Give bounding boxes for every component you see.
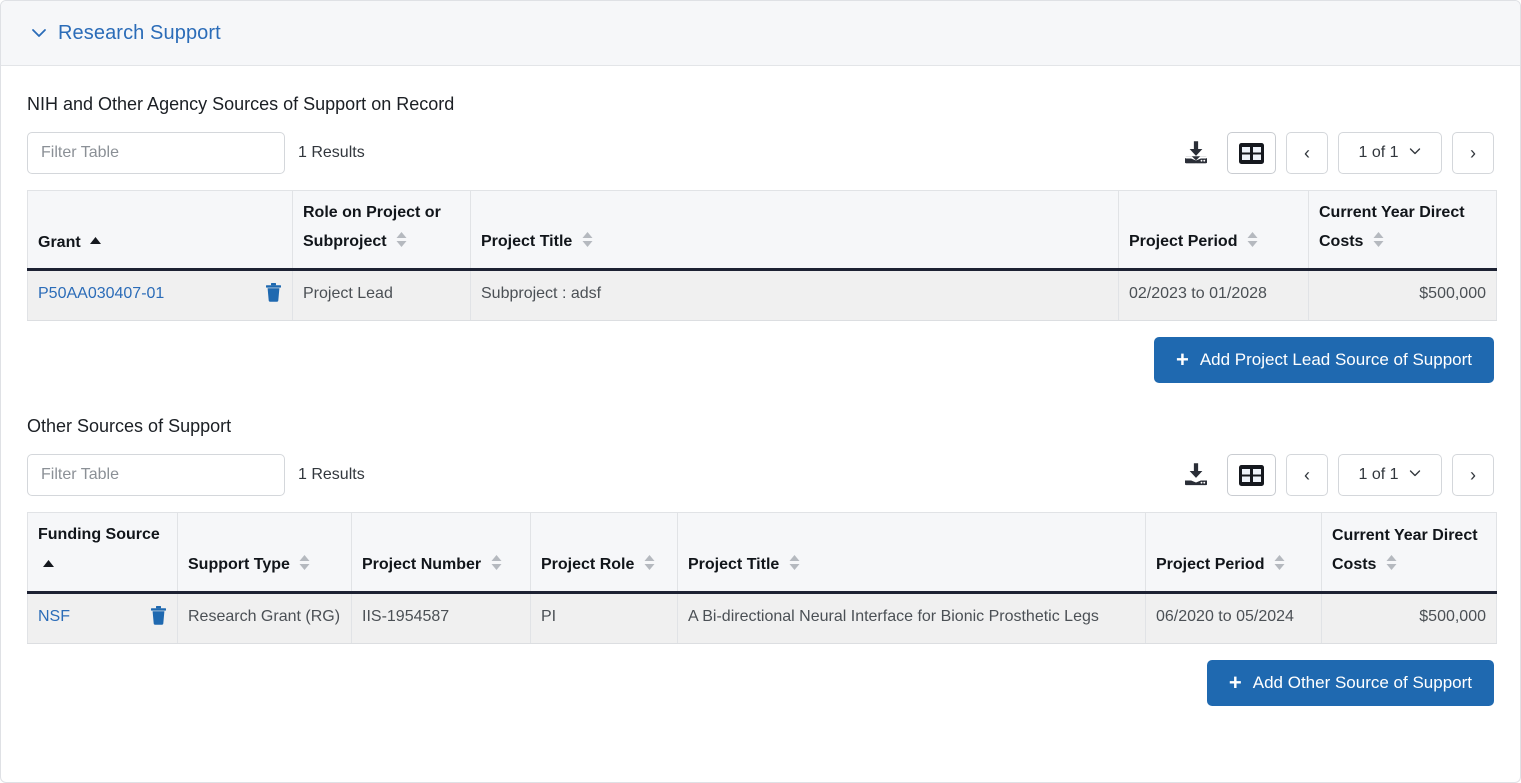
results-count: 1 Results [298,144,365,161]
download-icon[interactable] [1175,132,1217,174]
sort-icon [1247,229,1258,258]
cell-project-number: IIS-1954587 [351,592,531,645]
sort-icon [789,552,800,581]
prev-page-button[interactable]: ‹ [1286,132,1328,174]
chevron-down-icon [1408,466,1422,485]
sort-icon [1373,229,1384,258]
page-selector-label: 1 of 1 [1358,144,1399,161]
sort-icon [1274,552,1285,581]
add-other-source-button[interactable]: + Add Other Source of Support [1206,660,1494,707]
table-header-row: Grant Role on Project or Subproject Proj… [27,190,1497,271]
grant-link[interactable]: P50AA030407-01 [38,283,164,305]
other-sources-toolbar: 1 Results [27,453,1494,497]
sort-icon [491,552,502,581]
cell-current-year-direct-costs: $500,000 [1321,592,1497,645]
cell-current-year-direct-costs: $500,000 [1308,269,1497,322]
sort-icon [1386,552,1397,581]
column-header-current-year-direct-costs[interactable]: Current Year Direct Costs [1308,190,1497,271]
column-header-project-title[interactable]: Project Title [677,512,1146,594]
cell-project-role: PI [530,592,678,645]
page-selector[interactable]: 1 of 1 [1338,132,1442,174]
table-row: P50AA030407-01 Project Lead Subproject:… [27,269,1497,322]
cell-funding-source: NSF [27,592,178,645]
cell-support-type: Research Grant (RG) [177,592,352,645]
prev-page-button[interactable]: ‹ [1286,454,1328,497]
cell-project-period: 02/2023 to 01/2028 [1118,269,1309,322]
column-header-project-number[interactable]: Project Number [351,512,531,594]
plus-icon: + [1175,347,1189,373]
add-other-source-row: + Add Other Source of Support [27,660,1494,707]
column-header-project-role[interactable]: Project Role [530,512,678,594]
column-header-role[interactable]: Role on Project or Subproject [292,190,471,271]
sort-icon [299,552,310,581]
filter-input[interactable] [27,132,285,174]
cell-project-period: 06/2020 to 05/2024 [1145,592,1322,645]
column-header-project-period[interactable]: Project Period [1118,190,1309,271]
sort-ascending-icon [43,550,54,579]
chevron-down-icon [1408,144,1422,163]
table-header-row: Funding Source Support Type Project Numb… [27,512,1497,594]
column-header-project-period[interactable]: Project Period [1145,512,1322,594]
funding-source-link[interactable]: NSF [38,606,70,628]
add-project-lead-row: + Add Project Lead Source of Support [27,337,1494,384]
sort-icon [396,229,407,258]
research-support-panel: Research Support NIH and Other Agency So… [0,0,1521,783]
section-header[interactable]: Research Support [1,1,1520,66]
filter-input[interactable] [27,454,285,497]
cell-project-title: Subproject : adsf [470,269,1119,322]
sort-icon [582,229,593,258]
column-header-project-title[interactable]: Project Title [470,190,1119,271]
sort-icon [644,552,655,581]
add-project-lead-source-button[interactable]: + Add Project Lead Source of Support [1153,337,1494,384]
page-selector-label: 1 of 1 [1358,466,1399,484]
download-icon[interactable] [1175,454,1217,496]
section-title: Research Support [58,21,221,44]
toolbar-actions: ‹ 1 of 1 › [1175,132,1494,174]
nih-sources-heading: NIH and Other Agency Sources of Support … [27,94,455,114]
cell-grant: P50AA030407-01 [27,269,293,322]
sort-ascending-icon [90,227,102,256]
table-grid-icon[interactable] [1227,132,1276,174]
cell-project-title: A Bi-directional Neural Interface for Bi… [677,592,1146,645]
nih-sources-table: Grant Role on Project or Subproject Proj… [27,190,1497,322]
add-other-source-label: Add Other Source of Support [1252,673,1472,693]
page-selector[interactable]: 1 of 1 [1338,454,1442,497]
next-page-button[interactable]: › [1452,454,1494,497]
other-sources-heading: Other Sources of Support [27,416,232,437]
add-project-lead-source-label: Add Project Lead Source of Support [1199,350,1472,370]
plus-icon: + [1228,670,1242,696]
table-row: NSF Research Grant (RG) IIS-1954587 PI A… [27,592,1497,645]
trash-icon[interactable] [265,282,282,309]
trash-icon[interactable] [150,605,167,632]
toolbar-actions: ‹ 1 of 1 › [1175,454,1494,497]
results-count: 1 Results [298,466,365,484]
cell-role: Project Lead [292,269,471,322]
table-grid-icon[interactable] [1227,454,1276,497]
column-header-grant[interactable]: Grant [27,190,293,271]
column-header-current-year-direct-costs[interactable]: Current Year Direct Costs [1321,512,1497,594]
nih-sources-toolbar: 1 Results [27,131,1494,175]
chevron-down-icon[interactable] [28,22,50,44]
next-page-button[interactable]: › [1452,132,1494,174]
panel-body: NIH and Other Agency Sources of Support … [1,94,1520,707]
column-header-funding-source[interactable]: Funding Source [27,512,178,594]
column-header-support-type[interactable]: Support Type [177,512,352,594]
other-sources-table: Funding Source Support Type Project Numb… [27,512,1497,645]
